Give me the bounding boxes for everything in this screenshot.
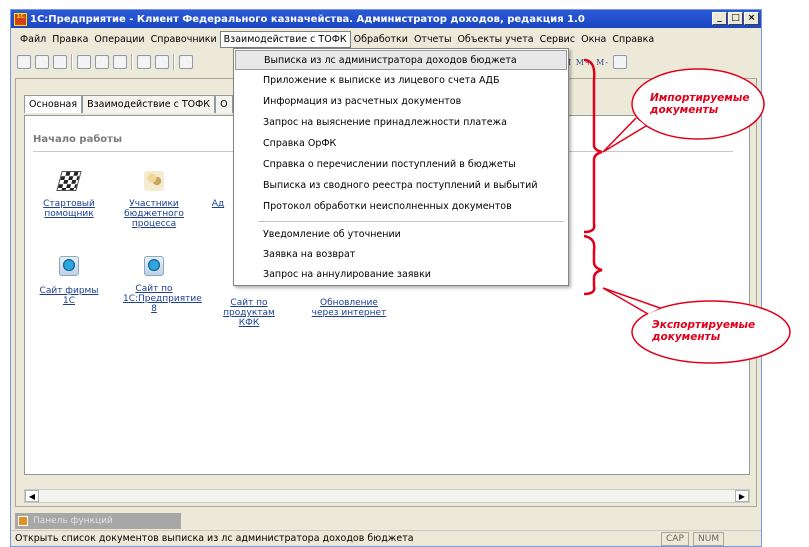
horizontal-scrollbar[interactable]: ◀ ▶ xyxy=(24,489,750,503)
new-document-icon[interactable] xyxy=(17,55,31,69)
functions-panel-button[interactable]: Панель функций xyxy=(15,513,181,529)
memory-buttons[interactable]: M M+ M- xyxy=(563,58,609,67)
menu-edit[interactable]: Правка xyxy=(49,32,91,47)
tools-icon[interactable] xyxy=(613,55,628,69)
copy-icon[interactable] xyxy=(95,55,109,69)
launch-label: Обновление через интернет xyxy=(311,298,387,318)
tab-other[interactable]: О xyxy=(215,95,233,113)
menu-bar: Файл Правка Операции Справочники Взаимод… xyxy=(11,30,761,48)
launch-site-1c-enterprise[interactable]: Сайт по 1С:Предприятие 8 xyxy=(123,256,202,314)
status-bar: Открыть список документов выписка из лс … xyxy=(11,530,761,546)
maximize-button[interactable]: □ xyxy=(728,12,743,25)
menu-file[interactable]: Файл xyxy=(17,32,49,47)
menu-operations[interactable]: Операции xyxy=(91,32,147,47)
dd-item-orfk-reference[interactable]: Справка ОрФК xyxy=(235,134,567,154)
menu-reports[interactable]: Отчеты xyxy=(411,32,455,47)
menu-objects[interactable]: Объекты учета xyxy=(454,32,536,47)
cut-icon[interactable] xyxy=(77,55,91,69)
launch-label: Стартовый помощник xyxy=(43,199,95,219)
title-bar[interactable]: 1С 1С:Предприятие - Клиент Федерального … xyxy=(11,10,761,28)
menu-service[interactable]: Сервис xyxy=(537,32,579,47)
scroll-left-icon[interactable]: ◀ xyxy=(25,490,39,502)
print-icon[interactable] xyxy=(137,55,151,69)
launch-ad[interactable]: Ад xyxy=(211,199,225,209)
export-callout-text: Экспортируемые документы xyxy=(652,319,756,343)
dd-item-payment-request[interactable]: Запрос на выяснение принадлежности плате… xyxy=(235,113,567,133)
toolbar-separator xyxy=(71,54,73,70)
launch-label: Сайт по 1С:Предприятие 8 xyxy=(123,284,202,314)
tofk-dropdown-menu: Выписка из лс администратора доходов бюд… xyxy=(233,48,569,286)
menu-help[interactable]: Справка xyxy=(609,32,657,47)
tab-strip: Основная Взаимодействие с ТОФК О xyxy=(24,95,233,113)
people-icon xyxy=(144,171,164,191)
menu-processing[interactable]: Обработки xyxy=(351,32,411,47)
num-indicator: NUM xyxy=(693,532,725,546)
launch-site-1c[interactable]: Сайт фирмы 1С xyxy=(35,256,103,306)
minimize-button[interactable]: _ xyxy=(712,12,727,25)
tab-main[interactable]: Основная xyxy=(24,95,83,113)
launch-start-assistant[interactable]: Стартовый помощник xyxy=(39,171,99,219)
dd-item-processing-protocol[interactable]: Протокол обработки неисполненных докумен… xyxy=(235,197,567,217)
toolbar-separator xyxy=(173,54,175,70)
cap-indicator: CAP xyxy=(661,532,689,546)
menu-separator xyxy=(258,221,564,222)
dd-item-clarification-notice[interactable]: Уведомление об уточнении xyxy=(235,225,567,245)
launch-update-internet[interactable]: Обновление через интернет xyxy=(309,298,389,318)
menu-references[interactable]: Справочники xyxy=(148,32,220,47)
launch-label: Сайт по продуктам КФК xyxy=(223,298,275,328)
web-icon xyxy=(59,256,79,276)
menu-tofk[interactable]: Взаимодействие с ТОФК xyxy=(219,30,351,48)
status-text: Открыть список документов выписка из лс … xyxy=(15,533,414,544)
dd-item-refund-request[interactable]: Заявка на возврат xyxy=(235,245,567,265)
dd-item-payment-docs-info[interactable]: Информация из расчетных документов xyxy=(235,92,567,112)
launch-label: Участники бюджетного процесса xyxy=(124,199,184,229)
open-icon[interactable] xyxy=(35,55,49,69)
import-callout-text: Импортируемые документы xyxy=(650,92,750,116)
dd-item-statement-appendix[interactable]: Приложение к выписке из лицевого счета А… xyxy=(235,71,567,91)
dd-item-cancel-request[interactable]: Запрос на аннулирование заявки xyxy=(235,265,567,285)
paste-icon[interactable] xyxy=(113,55,127,69)
app-logo-icon: 1С xyxy=(14,12,27,26)
checkered-flag-icon xyxy=(56,171,82,191)
preview-icon[interactable] xyxy=(155,55,169,69)
toolbar-separator xyxy=(131,54,133,70)
launch-label: Ад xyxy=(211,199,225,209)
scroll-right-icon[interactable]: ▶ xyxy=(735,490,749,502)
functions-panel-label: Панель функций xyxy=(33,516,113,526)
dd-item-registry-statement[interactable]: Выписка из сводного реестра поступлений … xyxy=(235,176,567,196)
web-icon xyxy=(144,256,164,276)
tab-tofk[interactable]: Взаимодействие с ТОФК xyxy=(82,95,216,113)
launch-site-kfk[interactable]: Сайт по продуктам КФК xyxy=(213,298,285,328)
undo-icon[interactable] xyxy=(179,55,193,69)
launch-label: Сайт фирмы 1С xyxy=(39,286,99,306)
window-title: 1С:Предприятие - Клиент Федерального каз… xyxy=(30,13,585,25)
dd-item-transfer-reference[interactable]: Справка о перечислении поступлений в бюд… xyxy=(235,155,567,175)
launch-budget-participants[interactable]: Участники бюджетного процесса xyxy=(123,171,185,229)
menu-windows[interactable]: Окна xyxy=(578,32,609,47)
dd-item-adb-statement[interactable]: Выписка из лс администратора доходов бюд… xyxy=(235,50,567,70)
close-button[interactable]: × xyxy=(744,12,759,25)
save-icon[interactable] xyxy=(53,55,67,69)
functions-panel-icon xyxy=(18,516,28,526)
